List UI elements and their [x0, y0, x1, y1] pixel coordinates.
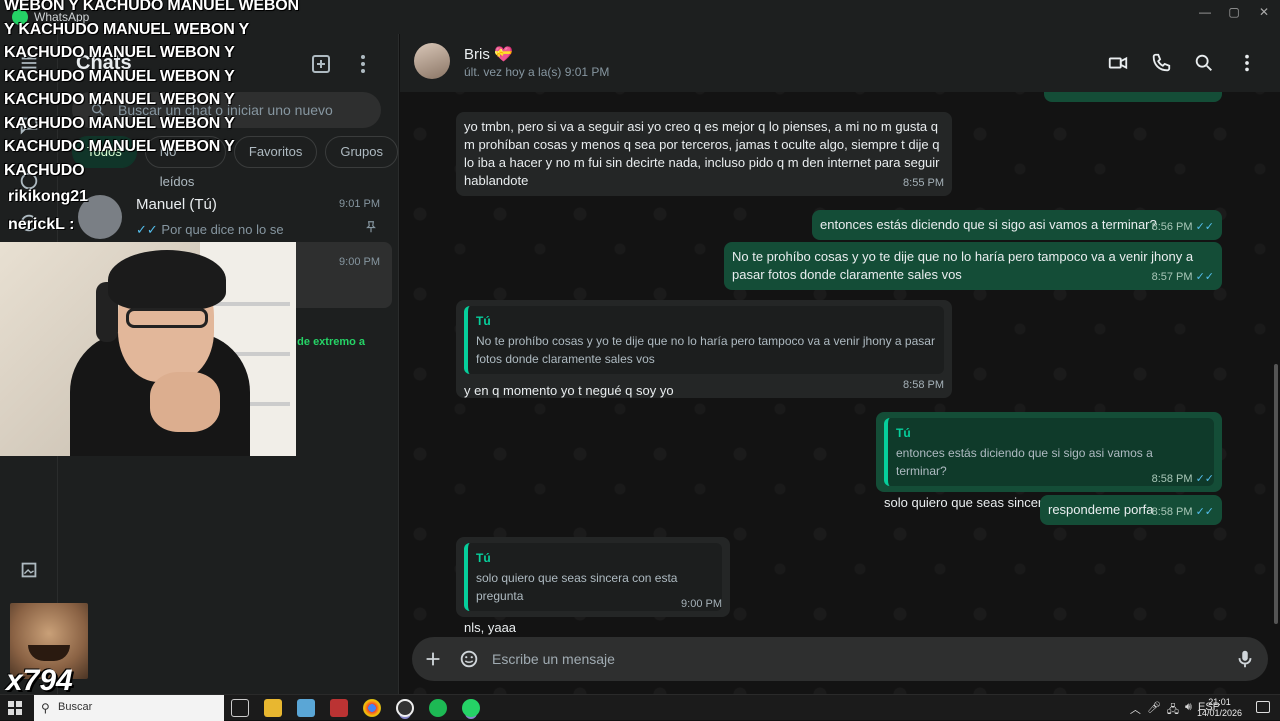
voice-call-icon[interactable]: [1150, 52, 1172, 74]
quote-author: Tú: [896, 426, 911, 440]
chrome-icon[interactable]: [363, 699, 381, 717]
taskbar-search-label: Buscar: [58, 701, 93, 713]
viewer-handle-2: nerickL :: [8, 216, 75, 233]
contact-name-line: Bris 💝: [464, 45, 513, 63]
message-input[interactable]: [492, 637, 1192, 681]
read-ticks-icon: ✓✓: [1195, 473, 1214, 485]
spam-overlay-text: WEBON Y KACHUDO MANUEL WEBON Y KACHUDO M…: [4, 0, 299, 179]
taskbar-search-icon: ⚲: [41, 701, 50, 715]
conversation-panel: 8:51 PM✓✓ Bris 💝 últ. vez hoy a la(s) 9:…: [400, 34, 1280, 694]
tray-mic-icon[interactable]: 🎤︎: [1147, 701, 1161, 720]
attach-plus-icon[interactable]: [422, 648, 444, 670]
message-text: nls, yaaa: [464, 620, 517, 635]
message-time: 8:58 PM: [1151, 473, 1193, 485]
pin-icon: [366, 221, 376, 233]
notification-icon[interactable]: [1256, 701, 1270, 713]
tray-volume-icon[interactable]: 🔊︎: [1185, 701, 1192, 720]
search-messages-icon[interactable]: [1193, 52, 1215, 74]
message-time: 9:00 PM: [681, 598, 722, 610]
message-time: 8:58 PM: [903, 379, 944, 391]
media-gallery-icon[interactable]: [18, 559, 40, 581]
chat-name: Manuel (Tú): [136, 196, 217, 213]
maximize-button[interactable]: ▢: [1219, 4, 1249, 20]
message-time: 8:58 PM: [1151, 506, 1193, 518]
message-text: y en q momento yo t negué q soy yo: [464, 383, 674, 398]
task-view-icon[interactable]: [231, 699, 249, 717]
message-bubble-outgoing[interactable]: Tú entonces estás diciendo que si sigo a…: [876, 412, 1222, 510]
read-ticks-icon: ✓✓: [1195, 221, 1214, 233]
notepad-icon[interactable]: [297, 699, 315, 717]
webcam-person-hair: [108, 250, 226, 310]
taskbar-search[interactable]: ⚲ Buscar: [34, 695, 224, 721]
windows-taskbar: ⚲ Buscar ︿ 🎤︎ 🖧 🔊︎ ESP 21:01 14/01/2026: [0, 694, 1280, 721]
message-bubble-outgoing[interactable]: respondeme porfa 8:58 PM ✓✓: [1040, 495, 1222, 525]
filter-groups[interactable]: Grupos: [325, 136, 398, 168]
viewer-handle-1: rikikong21: [8, 188, 89, 205]
contact-name: Bris: [464, 46, 490, 63]
minimize-button[interactable]: —: [1190, 4, 1220, 20]
microphone-icon[interactable]: [1234, 648, 1256, 670]
obs-icon[interactable]: [396, 699, 414, 717]
encryption-notice: s de extremo a: [288, 336, 366, 348]
chat-time: 9:01 PM: [339, 198, 380, 210]
message-time: 8:57 PM: [1151, 271, 1193, 283]
close-button[interactable]: ✕: [1249, 4, 1279, 20]
sticker-emoji-icon[interactable]: [458, 648, 480, 670]
new-chat-icon[interactable]: [309, 52, 333, 76]
chat-preview-text: Por que dice no lo se: [161, 222, 284, 237]
webcam-person-hand: [150, 372, 220, 432]
message-bubble-incoming[interactable]: Tú solo quiero que seas sincera con esta…: [456, 537, 730, 635]
app-icon[interactable]: [330, 699, 348, 717]
heart-emoji-icon: 💝: [494, 46, 513, 63]
clock-date: 14/01/2026: [1196, 708, 1242, 718]
message-bubble-incoming[interactable]: Tú No te prohíbo cosas y yo te dije que …: [456, 300, 952, 398]
taskbar-clock[interactable]: 21:01 14/01/2026: [1197, 697, 1242, 719]
webcam-overlay: [0, 242, 296, 456]
more-options-icon[interactable]: [351, 52, 375, 76]
quote-text: solo quiero que seas sincera con esta pr…: [476, 571, 678, 603]
webcam-glasses: [126, 308, 208, 328]
message-text: yo tmbn, pero si va a seguir asi yo creo…: [464, 119, 940, 188]
message-bubble-outgoing[interactable]: entonces estás diciendo que si sigo asi …: [812, 210, 1222, 240]
chat-time: 9:00 PM: [339, 256, 380, 268]
message-text: No te prohíbo cosas y yo te dije que no …: [732, 249, 1194, 282]
read-ticks-icon: ✓✓: [1195, 506, 1214, 518]
scrollbar-thumb[interactable]: [1274, 364, 1278, 624]
contact-last-seen: últ. vez hoy a la(s) 9:01 PM: [464, 65, 610, 79]
chat-menu-icon[interactable]: [1236, 52, 1258, 74]
video-call-icon[interactable]: [1107, 52, 1129, 74]
emote-caption: x794: [6, 664, 73, 697]
windows-start-icon[interactable]: [8, 701, 22, 715]
whatsapp-taskbar-icon[interactable]: [462, 699, 480, 717]
quote-author: Tú: [476, 551, 491, 565]
contact-avatar[interactable]: [414, 43, 450, 79]
quote-author: Tú: [476, 314, 491, 328]
chat-row-manuel[interactable]: Manuel (Tú) 9:01 PM ✓✓ Por que dice no l…: [66, 184, 392, 250]
message-time: 8:56 PM: [1151, 221, 1193, 233]
quoted-message[interactable]: Tú No te prohíbo cosas y yo te dije que …: [464, 306, 944, 374]
read-ticks-icon: ✓✓: [1195, 271, 1214, 283]
tray-network-icon[interactable]: 🖧: [1167, 701, 1179, 720]
message-time: 8:55 PM: [903, 177, 944, 189]
message-bubble-outgoing[interactable]: No te prohíbo cosas y yo te dije que no …: [724, 242, 1222, 290]
message-composer[interactable]: [412, 637, 1268, 681]
read-ticks-icon: ✓✓: [136, 222, 158, 237]
message-bubble-incoming[interactable]: yo tmbn, pero si va a seguir asi yo creo…: [456, 112, 952, 196]
file-explorer-icon[interactable]: [264, 699, 282, 717]
quote-text: No te prohíbo cosas y yo te dije que no …: [476, 334, 935, 366]
spotify-icon[interactable]: [429, 699, 447, 717]
clock-time: 21:01: [1208, 697, 1231, 707]
conversation-header[interactable]: Bris 💝 últ. vez hoy a la(s) 9:01 PM: [400, 34, 1280, 92]
tray-chevron-icon[interactable]: ︿: [1130, 701, 1141, 720]
chat-preview: ✓✓ Por que dice no lo se: [136, 222, 284, 238]
